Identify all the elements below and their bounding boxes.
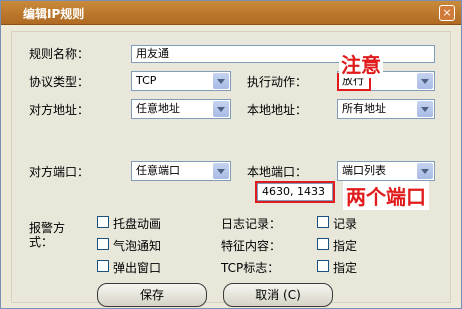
popup-window-checkbox[interactable] (97, 260, 109, 272)
cancel-button[interactable]: 取消 (C) (223, 283, 333, 307)
feature-label: 特征内容： (221, 239, 282, 253)
remote-address-label: 对方地址： (29, 103, 90, 117)
feature-option-label: 指定 (333, 239, 358, 253)
remote-port-select[interactable]: 任意端口 (131, 161, 231, 181)
local-port-select[interactable]: 端口列表 (337, 161, 435, 181)
remote-port-label: 对方端口： (29, 165, 90, 179)
tray-animation-label: 托盘动画 (113, 217, 162, 231)
protocol-value: TCP (136, 74, 157, 87)
protocol-select[interactable]: TCP (131, 71, 231, 91)
bubble-notify-checkbox[interactable] (97, 238, 109, 250)
rule-name-input[interactable]: 用友通 (131, 45, 435, 63)
rule-name-label: 规则名称： (29, 47, 90, 61)
save-button[interactable]: 保存 (97, 283, 207, 307)
port-list-highlight-box (255, 181, 335, 203)
local-port-label: 本地端口： (247, 165, 308, 179)
chevron-down-icon[interactable] (417, 163, 433, 179)
tray-animation-checkbox[interactable] (97, 216, 109, 228)
remote-port-value: 任意端口 (136, 164, 180, 177)
log-label: 日志记录： (221, 217, 282, 231)
edit-ip-rule-dialog: 编辑IP规则 × 规则名称： 用友通 协议类型： TCP 执行动作： 放行 注意… (0, 0, 462, 309)
local-address-value: 所有地址 (342, 102, 386, 115)
title-bar: 编辑IP规则 × (1, 1, 461, 25)
note-annotation: 注意 (339, 49, 383, 78)
close-icon[interactable]: × (439, 5, 455, 21)
chevron-down-icon[interactable] (213, 73, 229, 89)
chevron-down-icon[interactable] (213, 163, 229, 179)
chevron-down-icon[interactable] (417, 73, 433, 89)
tcp-flag-checkbox[interactable] (317, 260, 329, 272)
tcp-flag-label: TCP标志： (221, 261, 280, 275)
log-checkbox[interactable] (317, 216, 329, 228)
two-ports-annotation: 两个端口 (343, 181, 429, 210)
chevron-down-icon[interactable] (417, 101, 433, 117)
local-address-label: 本地地址： (247, 103, 308, 117)
log-option-label: 记录 (333, 217, 358, 231)
action-label: 执行动作： (247, 75, 308, 89)
remote-address-value: 任意地址 (136, 102, 180, 115)
bubble-notify-label: 气泡通知 (113, 239, 162, 253)
protocol-label: 协议类型： (29, 75, 90, 89)
remote-address-select[interactable]: 任意地址 (131, 99, 231, 119)
alert-method-label-line2: 式： (29, 235, 54, 249)
chevron-down-icon[interactable] (213, 101, 229, 117)
local-address-select[interactable]: 所有地址 (337, 99, 435, 119)
feature-checkbox[interactable] (317, 238, 329, 250)
tcp-flag-option-label: 指定 (333, 261, 358, 275)
dialog-title: 编辑IP规则 (23, 7, 85, 21)
local-port-value: 端口列表 (342, 164, 386, 177)
popup-window-label: 弹出窗口 (113, 261, 162, 275)
